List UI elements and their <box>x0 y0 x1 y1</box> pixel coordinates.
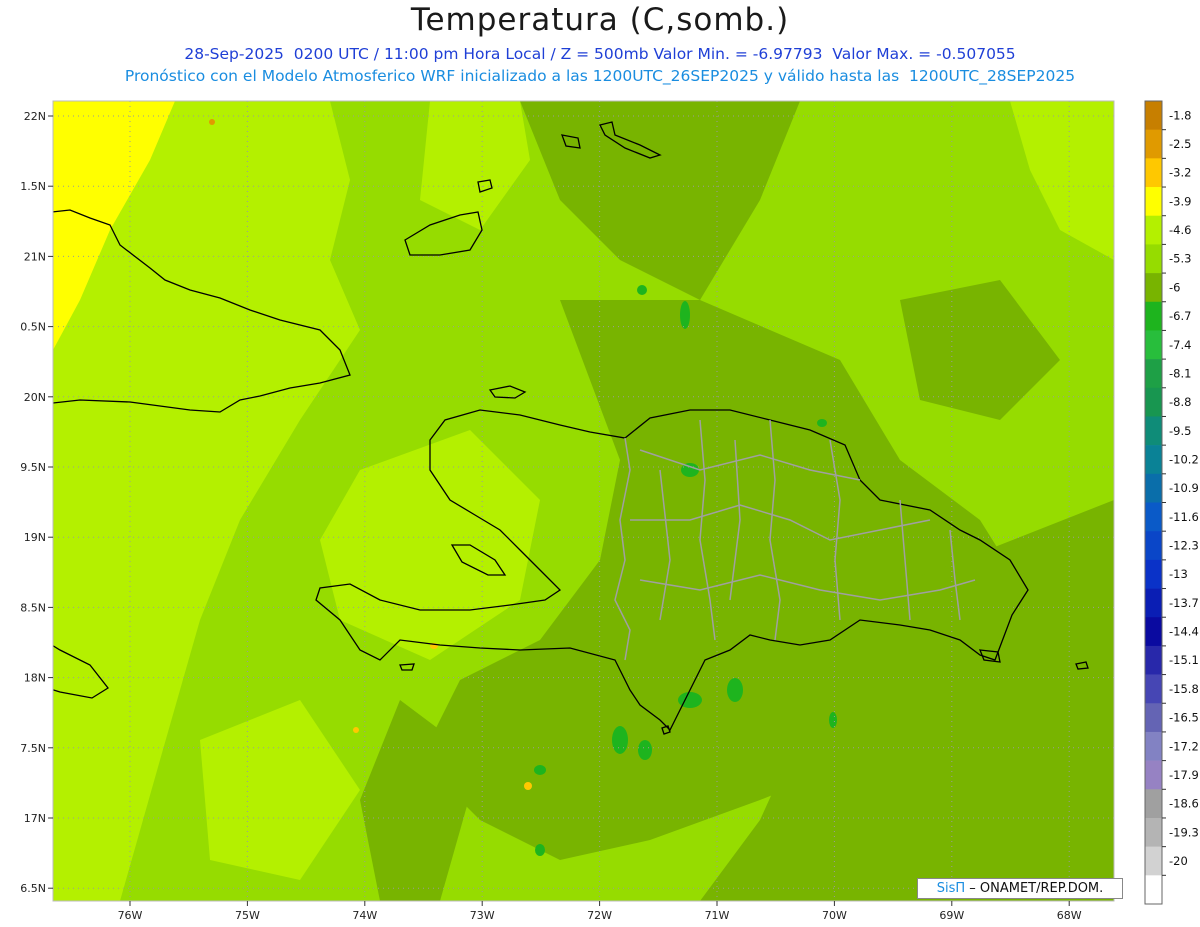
colorbar-label: -8.1 <box>1169 366 1191 380</box>
colorbar-label: -6.7 <box>1169 309 1191 323</box>
lon-tick-label: 68W <box>1057 909 1082 922</box>
field-green-cell <box>612 726 628 754</box>
longitude-axis: 76W 75W 74W 73W 72W 71W 70W 69W 68W <box>118 901 1082 922</box>
colorbar-swatch <box>1145 129 1162 159</box>
colorbar-swatch <box>1145 330 1162 360</box>
field-warm-spot <box>209 119 215 125</box>
map-canvas: 22N 1.5N 21N 0.5N 20N 9.5N 19N 8.5N 18N 7.5N 17N 6.… <box>20 100 1199 922</box>
colorbar-label: -11.6 <box>1169 510 1199 524</box>
colorbar-swatch <box>1145 445 1162 475</box>
colorbar-label: -17.2 <box>1169 739 1199 753</box>
lat-tick-label: 17N <box>24 812 46 825</box>
colorbar-swatch <box>1145 416 1162 446</box>
colorbar-swatch <box>1145 215 1162 245</box>
colorbar-swatch <box>1145 387 1162 417</box>
colorbar-swatch <box>1145 158 1162 188</box>
colorbar-swatch <box>1145 473 1162 503</box>
field-green-cell <box>817 419 827 427</box>
field-green-cell <box>829 712 837 728</box>
colorbar-swatch <box>1145 645 1162 675</box>
lon-tick-label: 70W <box>822 909 847 922</box>
colorbar-swatch <box>1145 760 1162 790</box>
lat-tick-label: 0.5N <box>20 321 46 334</box>
lat-tick-label: 1.5N <box>20 180 46 193</box>
colorbar-label: -8.8 <box>1169 395 1191 409</box>
lon-tick-label: 74W <box>352 909 377 922</box>
field-green-cell <box>638 740 652 760</box>
colorbar-label: -13 <box>1169 567 1188 581</box>
colorbar-swatch <box>1145 674 1162 704</box>
lat-tick-label: 20N <box>24 391 46 404</box>
lat-tick-label: 22N <box>24 110 46 123</box>
colorbar-label: -10.9 <box>1169 481 1199 495</box>
onamet-text: – ONAMET/REP.DOM. <box>969 881 1104 896</box>
colorbar-swatch <box>1145 559 1162 589</box>
temperature-field <box>53 101 1114 901</box>
lon-tick-label: 69W <box>939 909 964 922</box>
colorbar-label: -17.9 <box>1169 768 1199 782</box>
lon-tick-label: 72W <box>587 909 612 922</box>
colorbar-label: -3.2 <box>1169 166 1191 180</box>
field-warm-spot <box>524 782 532 790</box>
colorbar-swatch <box>1145 846 1162 876</box>
field-green-cell <box>535 844 545 856</box>
lon-tick-label: 75W <box>235 909 260 922</box>
colorbar-swatch <box>1145 617 1162 647</box>
colorbar-label: -10.2 <box>1169 452 1199 466</box>
field-green-cell <box>727 678 743 702</box>
colorbar-label: -12.3 <box>1169 539 1199 553</box>
colorbar-swatch <box>1145 731 1162 761</box>
colorbar-label: -16.5 <box>1169 711 1199 725</box>
colorbar-label: -19.3 <box>1169 825 1199 839</box>
colorbar-label: -4.6 <box>1169 223 1191 237</box>
colorbar-swatch <box>1145 817 1162 847</box>
colorbar-swatch <box>1145 273 1162 303</box>
lat-tick-label: 7.5N <box>20 742 46 755</box>
sispi-brand: SisΠ <box>936 881 966 896</box>
colorbar-label: -5.3 <box>1169 252 1191 266</box>
lat-tick-label: 19N <box>24 531 46 544</box>
colorbar-label: -15.1 <box>1169 653 1199 667</box>
colorbar-label: -9.5 <box>1169 424 1191 438</box>
colorbar-swatch <box>1145 301 1162 331</box>
colorbar-swatch <box>1145 187 1162 217</box>
colorbar-swatch <box>1145 502 1162 532</box>
colorbar-label: -18.6 <box>1169 797 1199 811</box>
colorbar-label: -15.8 <box>1169 682 1199 696</box>
lat-tick-label: 21N <box>24 250 46 263</box>
colorbar-label: -2.5 <box>1169 137 1191 151</box>
latitude-axis: 22N 1.5N 21N 0.5N 20N 9.5N 19N 8.5N 18N 7.5N 17N 6.… <box>20 110 53 895</box>
onamet-logo: SisΠ – ONAMET/REP.DOM. <box>917 878 1123 899</box>
colorbar-swatch <box>1145 789 1162 819</box>
colorbar-label: -20 <box>1169 854 1188 868</box>
colorbar-swatch <box>1145 875 1162 905</box>
lon-tick-label: 73W <box>470 909 495 922</box>
colorbar-swatch <box>1145 244 1162 274</box>
colorbar-swatch <box>1145 703 1162 733</box>
field-warm-spot <box>353 727 359 733</box>
colorbar-label: -1.8 <box>1169 108 1191 122</box>
colorbar-label: -3.9 <box>1169 194 1191 208</box>
colorbar-swatch <box>1145 531 1162 561</box>
colorbar-label: -6 <box>1169 280 1180 294</box>
colorbar-label: -14.4 <box>1169 625 1199 639</box>
field-green-cell <box>534 765 546 775</box>
colorbar-swatch <box>1145 359 1162 389</box>
colorbar-label: -13.7 <box>1169 596 1199 610</box>
lon-tick-label: 76W <box>118 909 143 922</box>
lat-tick-label: 6.5N <box>20 882 46 895</box>
colorbar: -1.8 -2.5 -3.2 -3.9 -4.6 -5.3 -6 -6.7 -7.4 -8.1 -8… <box>1144 100 1199 905</box>
lat-tick-label: 8.5N <box>20 601 46 614</box>
lon-tick-label: 71W <box>705 909 730 922</box>
colorbar-swatch <box>1145 101 1162 130</box>
field-green-cell <box>680 301 690 329</box>
colorbar-label: -7.4 <box>1169 338 1191 352</box>
lat-tick-label: 18N <box>24 672 46 685</box>
lat-tick-label: 9.5N <box>20 461 46 474</box>
field-green-cell <box>637 285 647 295</box>
colorbar-swatch <box>1145 588 1162 618</box>
